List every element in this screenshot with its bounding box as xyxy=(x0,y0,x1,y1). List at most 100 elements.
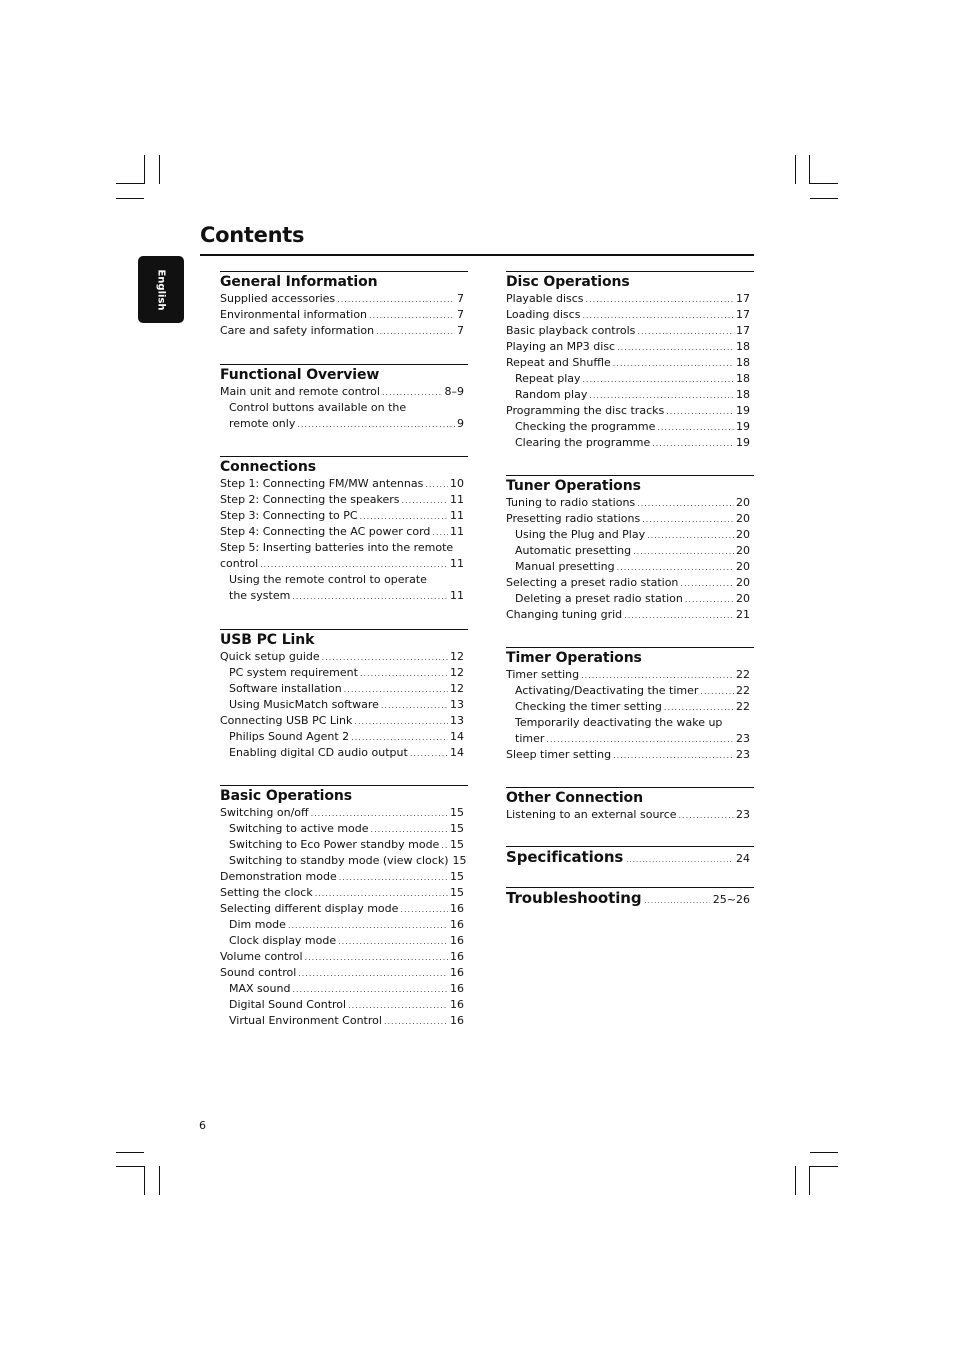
toc-entry[interactable]: Temporarily deactivating the wake up xyxy=(506,715,754,731)
toc-entry[interactable]: Sound control 16 xyxy=(220,965,468,981)
section-page: 24 xyxy=(736,852,750,865)
toc-entry[interactable]: Step 5: Inserting batteries into the rem… xyxy=(220,540,468,556)
toc-entry[interactable]: Using the remote control to operate xyxy=(220,572,468,588)
toc-entry[interactable]: Using MusicMatch software 13 xyxy=(220,697,468,713)
toc-entry[interactable]: Quick setup guide 12 xyxy=(220,649,468,665)
toc-entry[interactable]: Checking the timer setting 22 xyxy=(506,699,754,715)
section-heading[interactable]: General Information xyxy=(220,273,468,291)
toc-entry[interactable]: Random play 18 xyxy=(506,387,754,403)
toc-section-inline[interactable]: Troubleshooting 25~26 xyxy=(506,889,754,907)
toc-entry[interactable]: PC system requirement 12 xyxy=(220,665,468,681)
toc-entry[interactable]: Activating/Deactivating the timer 22 xyxy=(506,683,754,699)
toc-entry-page: 18 xyxy=(736,356,750,369)
section-heading[interactable]: Connections xyxy=(220,458,468,476)
toc-entry[interactable]: Software installation 12 xyxy=(220,681,468,697)
toc-entry[interactable]: Presetting radio stations 20 xyxy=(506,511,754,527)
toc-entry[interactable]: Basic playback controls 17 xyxy=(506,323,754,339)
toc-entry[interactable]: Changing tuning grid 21 xyxy=(506,607,754,623)
toc-entry[interactable]: Clock display mode 16 xyxy=(220,933,468,949)
toc-entry[interactable]: Listening to an external source 23 xyxy=(506,807,754,823)
toc-entry[interactable]: Playable discs 17 xyxy=(506,291,754,307)
toc-entry[interactable]: Step 4: Connecting the AC power cord 11 xyxy=(220,524,468,540)
toc-section-inline[interactable]: Specifications 24 xyxy=(506,848,754,866)
toc-entry[interactable]: Step 3: Connecting to PC 11 xyxy=(220,508,468,524)
toc-entry-page: 20 xyxy=(736,560,750,573)
toc-entry[interactable]: Dim mode 16 xyxy=(220,917,468,933)
toc-entry[interactable]: Supplied accessories 7 xyxy=(220,291,468,307)
toc-entry[interactable]: Control buttons available on the xyxy=(220,400,468,416)
title-divider xyxy=(200,254,754,256)
toc-section: Basic OperationsSwitching on/off15Switch… xyxy=(220,785,468,1029)
crop-mark xyxy=(144,155,145,184)
section-heading[interactable]: Other Connection xyxy=(506,789,754,807)
toc-entry[interactable]: Switching on/off 15 xyxy=(220,805,468,821)
toc-entry[interactable]: the system 11 xyxy=(220,588,468,604)
toc-entry[interactable]: Digital Sound Control 16 xyxy=(220,997,468,1013)
toc-entry[interactable]: Playing an MP3 disc 18 xyxy=(506,339,754,355)
toc-entry[interactable]: Step 2: Connecting the speakers 11 xyxy=(220,492,468,508)
toc-entry[interactable]: Timer setting 22 xyxy=(506,667,754,683)
toc-entry[interactable]: Manual presetting 20 xyxy=(506,559,754,575)
toc-entry[interactable]: MAX sound 16 xyxy=(220,981,468,997)
toc-entry[interactable]: Clearing the programme 19 xyxy=(506,435,754,451)
section-heading[interactable]: Functional Overview xyxy=(220,366,468,384)
toc-entry[interactable]: Volume control 16 xyxy=(220,949,468,965)
toc-entry-page: 7 xyxy=(457,324,464,337)
toc-entry[interactable]: Loading discs 17 xyxy=(506,307,754,323)
toc-entry-page: 16 xyxy=(450,998,464,1011)
toc-entry-page: 14 xyxy=(450,746,464,759)
crop-mark xyxy=(116,1166,145,1167)
toc-entry[interactable]: Switching to Eco Power standby mode 15 xyxy=(220,837,468,853)
toc-entry-page: 11 xyxy=(450,509,464,522)
toc-section: Connections Step 1: Connecting FM/MW ante… xyxy=(220,456,468,604)
toc-entry[interactable]: Automatic presetting 20 xyxy=(506,543,754,559)
toc-entry[interactable]: Environmental information 7 xyxy=(220,307,468,323)
toc-entry[interactable]: remote only 9 xyxy=(220,416,468,432)
toc-entry-label: Checking the programme xyxy=(515,420,656,433)
toc-entry[interactable]: Switching to standby mode (view clock) 15 xyxy=(220,853,468,869)
toc-entry[interactable]: Care and safety information 7 xyxy=(220,323,468,339)
toc-entry[interactable]: Main unit and remote control 8–9 xyxy=(220,384,468,400)
language-tab: English xyxy=(138,256,184,323)
section-heading[interactable]: Tuner Operations xyxy=(506,477,754,495)
toc-entry[interactable]: Sleep timer setting 23 xyxy=(506,747,754,763)
toc-entry[interactable]: Step 1: Connecting FM/MW antennas 10 xyxy=(220,476,468,492)
toc-entry[interactable]: Selecting a preset radio station 20 xyxy=(506,575,754,591)
toc-entry[interactable]: timer 23 xyxy=(506,731,754,747)
toc-entry[interactable]: Philips Sound Agent 2 14 xyxy=(220,729,468,745)
toc-entry[interactable]: Deleting a preset radio station 20 xyxy=(506,591,754,607)
toc-entry-label: Virtual Environment Control xyxy=(229,1014,382,1027)
toc-entry[interactable]: Connecting USB PC Link 13 xyxy=(220,713,468,729)
toc-entry-label: Step 3: Connecting to PC xyxy=(220,509,358,522)
toc-entry[interactable]: Using the Plug and Play 20 xyxy=(506,527,754,543)
toc-section: Specifications 24 xyxy=(506,846,754,866)
dot-leader xyxy=(298,966,448,982)
toc-entry[interactable]: Setting the clock 15 xyxy=(220,885,468,901)
toc-entry[interactable]: Tuning to radio stations 20 xyxy=(506,495,754,511)
toc-entry-page: 14 xyxy=(450,730,464,743)
toc-entry-label: Switching to standby mode (view clock) xyxy=(229,854,449,867)
toc-entry[interactable]: Repeat and Shuffle 18 xyxy=(506,355,754,371)
toc-section: Timer OperationsTimer setting22Activatin… xyxy=(506,647,754,763)
toc-entry[interactable]: Repeat play 18 xyxy=(506,371,754,387)
toc-entry[interactable]: control 11 xyxy=(220,556,468,572)
toc-entry[interactable]: Virtual Environment Control 16 xyxy=(220,1013,468,1029)
toc-entry-page: 15 xyxy=(452,854,467,867)
section-heading[interactable]: Timer Operations xyxy=(506,649,754,667)
toc-entry-label: Selecting different display mode xyxy=(220,902,399,915)
section-heading[interactable]: Basic Operations xyxy=(220,787,468,805)
dot-leader xyxy=(384,1014,448,1030)
dot-leader xyxy=(351,730,448,746)
toc-entry[interactable]: Demonstration mode 15 xyxy=(220,869,468,885)
toc-entry[interactable]: Checking the programme 19 xyxy=(506,419,754,435)
dot-leader xyxy=(637,496,734,512)
toc-entry-page: 16 xyxy=(450,950,464,963)
dot-leader xyxy=(339,870,448,886)
toc-entry[interactable]: Switching to active mode 15 xyxy=(220,821,468,837)
section-heading[interactable]: USB PC Link xyxy=(220,631,468,649)
toc-entry[interactable]: Programming the disc tracks 19 xyxy=(506,403,754,419)
toc-entry[interactable]: Selecting different display mode 16 xyxy=(220,901,468,917)
toc-entry-page: 17 xyxy=(736,324,750,337)
section-heading[interactable]: Disc Operations xyxy=(506,273,754,291)
toc-entry[interactable]: Enabling digital CD audio output 14 xyxy=(220,745,468,761)
